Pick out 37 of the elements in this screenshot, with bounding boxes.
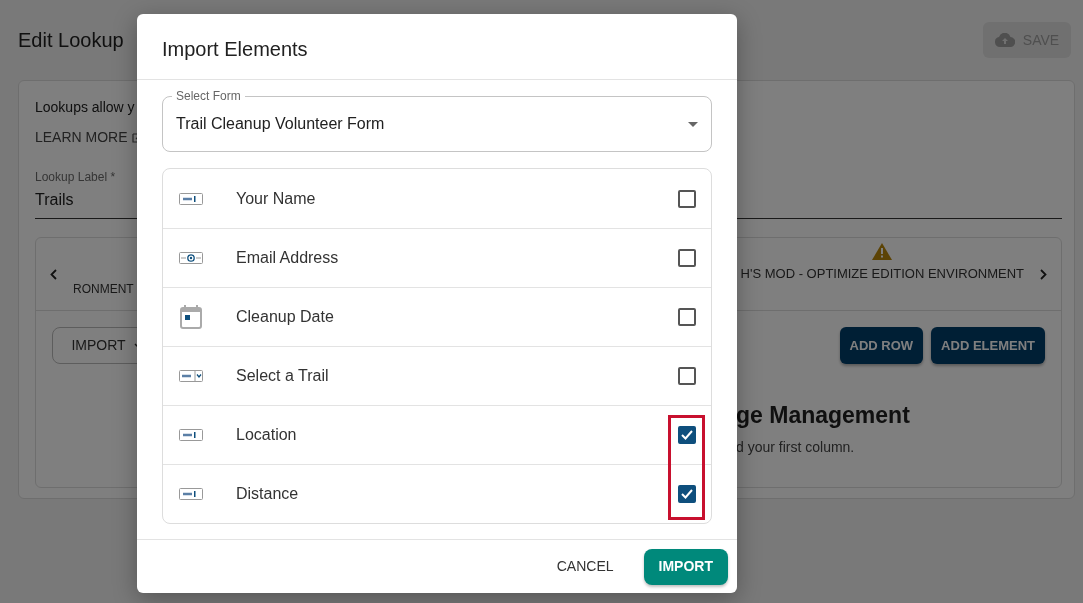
chevron-right-icon[interactable] <box>1040 268 1047 280</box>
learn-more-link[interactable]: LEARN MORE <box>35 127 128 148</box>
element-row[interactable]: Select a Trail <box>163 346 711 405</box>
empty-text: d your first column. <box>736 437 856 457</box>
checkbox[interactable] <box>678 189 696 208</box>
element-row[interactable]: Distance <box>163 464 711 523</box>
intro-text: Lookups allow y <box>35 98 135 117</box>
dropdown-field-icon <box>179 370 203 382</box>
tab-label[interactable]: RONMENT <box>73 280 134 298</box>
checkbox[interactable] <box>678 308 696 326</box>
checkbox[interactable] <box>678 367 696 385</box>
import-button[interactable]: IMPORT <box>643 548 728 585</box>
text-field-icon <box>179 488 203 500</box>
checkbox[interactable] <box>678 485 696 503</box>
email-field-icon <box>179 252 203 264</box>
dialog-title: Import Elements <box>137 14 737 80</box>
empty-title: ge Management <box>736 401 911 430</box>
field-label: Lookup Label * <box>35 169 117 186</box>
chevron-left-icon[interactable] <box>50 268 57 280</box>
add-button[interactable]: ADD ELEMENT <box>931 327 1045 364</box>
tab-label[interactable]: H'S MOD - OPTIMIZE EDITION ENVIRONMENT <box>740 263 1024 284</box>
cancel-button[interactable]: CANCEL <box>550 555 620 578</box>
text-field-icon <box>179 192 203 205</box>
checkbox[interactable] <box>678 249 696 267</box>
text-field-icon <box>179 429 203 441</box>
element-row[interactable]: Email Address <box>163 228 711 287</box>
cloud-upload-icon <box>994 33 1015 47</box>
field-label: Select Form <box>172 89 245 103</box>
element-row[interactable]: Your Name <box>163 169 711 228</box>
checkbox[interactable] <box>678 426 696 444</box>
calendar-icon <box>180 305 202 329</box>
form-select[interactable]: Select Form Trail Cleanup Volunteer Form <box>162 88 712 152</box>
add-button[interactable]: ADD ROW <box>839 327 924 364</box>
caret-icon <box>688 121 698 127</box>
element-row[interactable]: Location <box>163 405 711 464</box>
element-row[interactable]: Cleanup Date <box>163 287 711 346</box>
page-title: Edit Lookup <box>18 28 124 53</box>
